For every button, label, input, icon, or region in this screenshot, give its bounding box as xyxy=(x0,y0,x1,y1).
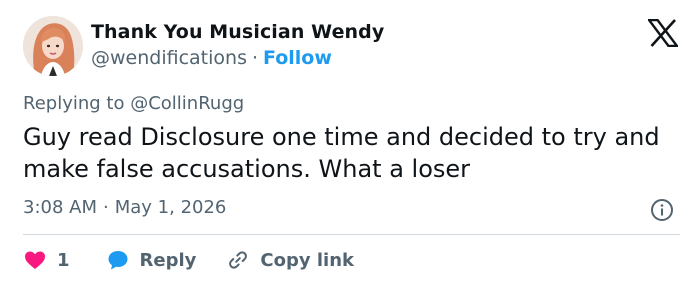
tweet-timestamp[interactable]: 3:08 AM · May 1, 2026 xyxy=(23,197,226,218)
author-handle-row: @wendifications · Follow xyxy=(91,47,332,69)
tweet-text: Guy read Disclosure one time and decided… xyxy=(23,123,660,183)
author-name[interactable]: Thank You Musician Wendy xyxy=(91,21,384,43)
heart-icon xyxy=(23,248,47,272)
tweet-card: Thank You Musician Wendy @wendifications… xyxy=(0,0,700,287)
replying-to-mention[interactable]: @CollinRugg xyxy=(130,93,244,114)
x-logo-icon[interactable] xyxy=(646,18,680,48)
replying-to: Replying to @CollinRugg xyxy=(23,93,244,114)
tweet-date[interactable]: May 1, 2026 xyxy=(115,197,227,218)
info-icon[interactable] xyxy=(650,198,674,222)
action-bar: 1 Reply Copy link xyxy=(23,247,354,273)
copy-link-label: Copy link xyxy=(260,249,354,271)
like-button[interactable]: 1 xyxy=(23,248,70,272)
author-handle[interactable]: @wendifications xyxy=(91,47,247,69)
copy-link-button[interactable]: Copy link xyxy=(226,248,354,272)
replying-to-prefix: Replying to xyxy=(23,93,125,114)
handle-separator: · xyxy=(251,47,259,69)
reply-label: Reply xyxy=(139,249,197,271)
avatar-image xyxy=(23,16,83,76)
tweet-time[interactable]: 3:08 AM xyxy=(23,197,97,218)
avatar[interactable] xyxy=(23,16,83,76)
reply-bubble-icon xyxy=(106,248,130,272)
timestamp-separator: · xyxy=(103,197,109,218)
like-count: 1 xyxy=(57,249,70,271)
reply-button[interactable]: Reply xyxy=(106,248,197,272)
link-icon xyxy=(226,248,250,272)
follow-button[interactable]: Follow xyxy=(263,47,332,69)
divider xyxy=(23,234,680,235)
